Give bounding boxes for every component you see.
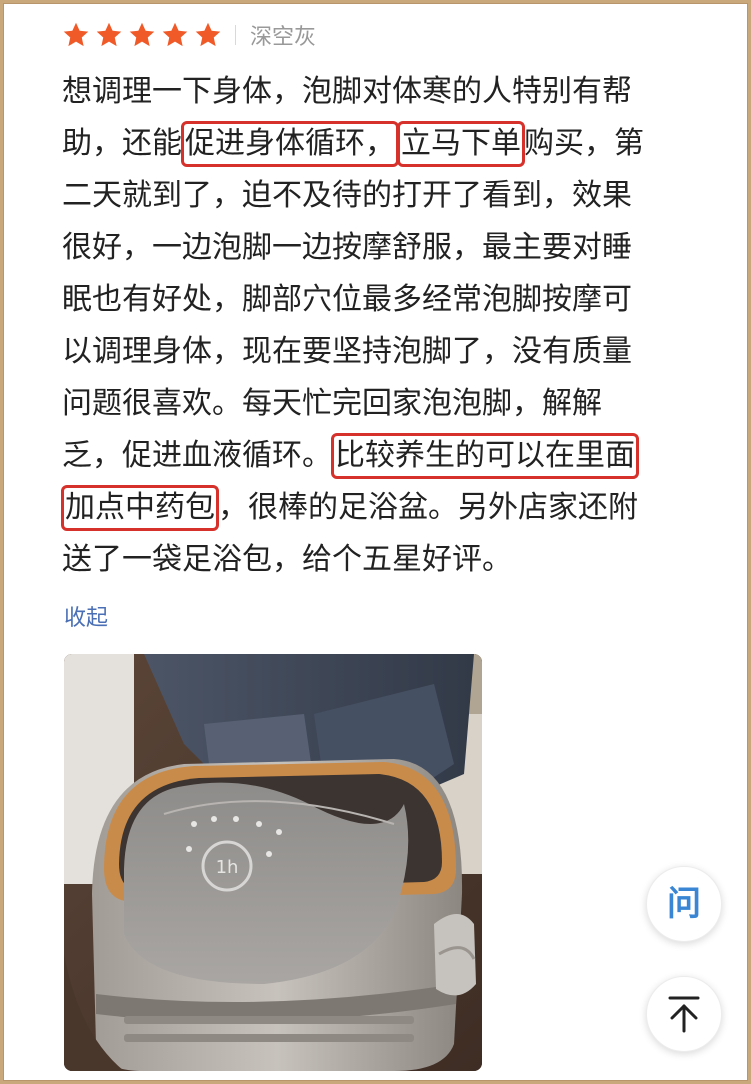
review-text-segment: 眠也有好处，脚部穴位最多经常泡脚按摩可 <box>62 282 632 317</box>
review-text-segment: 乏，促进血液循环。 <box>62 438 332 473</box>
review-line: 二天就到了，迫不及待的打开了看到，效果 <box>62 170 702 222</box>
review-text-segment: 助，还能 <box>62 126 182 161</box>
review-line: 问题很喜欢。每天忙完回家泡泡脚，解解 <box>62 378 702 430</box>
arrow-up-icon <box>668 996 700 1033</box>
ask-button[interactable]: 问 <box>646 866 722 942</box>
review-line: 乏，促进血液循环。 比较养生的可以在里面 <box>62 430 702 482</box>
star-icon <box>195 22 221 47</box>
highlight-box: 比较养生的可以在里面 <box>331 433 639 479</box>
review-photo[interactable]: 1h <box>64 654 482 1071</box>
star-icon <box>129 22 155 47</box>
review-line: 加点中药包 ，很棒的足浴盆。另外店家还附 <box>61 482 702 534</box>
review-card: 深空灰 想调理一下身体，泡脚对体寒的人特别有帮 助，还能 促进身体循环， 立马下单购… <box>3 3 748 1081</box>
review-text-segment: 送了一袋足浴包，给个五星好评。 <box>62 542 512 577</box>
review-line: 助，还能 促进身体循环， 立马下单 购买，第 <box>62 118 702 170</box>
collapse-link[interactable]: 收起 <box>64 600 108 632</box>
star-icon <box>63 22 89 47</box>
star-rating <box>61 20 223 50</box>
review-text-segment: 问题很喜欢。每天忙完回家泡泡脚，解解 <box>62 386 602 421</box>
rating-row: 深空灰 <box>61 18 316 52</box>
panel-readout: 1h <box>216 857 239 878</box>
review-line: 很好，一边泡脚一边按摩舒服，最主要对睡 <box>62 222 702 274</box>
review-line: 以调理身体，现在要坚持泡脚了，没有质量 <box>62 326 702 378</box>
highlight-box: 立马下单 <box>397 121 525 167</box>
back-to-top-button[interactable] <box>646 976 722 1052</box>
divider <box>235 25 236 45</box>
product-variant: 深空灰 <box>250 25 317 50</box>
review-text-segment: ，很棒的足浴盆。另外店家还附 <box>218 490 638 525</box>
review-text-segment: 想调理一下身体，泡脚对体寒的人特别有帮 <box>62 74 632 109</box>
highlight-box: 加点中药包 <box>61 485 219 531</box>
star-icon <box>162 22 188 47</box>
review-text-segment: 购买，第 <box>524 126 644 161</box>
review-line: 想调理一下身体，泡脚对体寒的人特别有帮 <box>62 66 702 118</box>
review-line: 送了一袋足浴包，给个五星好评。 <box>62 534 702 586</box>
review-text-segment: 以调理身体，现在要坚持泡脚了，没有质量 <box>62 334 632 369</box>
review-text: 想调理一下身体，泡脚对体寒的人特别有帮 助，还能 促进身体循环， 立马下单 购买，第 … <box>61 66 702 586</box>
ask-icon: 问 <box>667 884 701 924</box>
foot-spa-photo-illustration: 1h <box>64 654 482 1071</box>
highlight-box: 促进身体循环， <box>181 121 399 167</box>
review-line: 眠也有好处，脚部穴位最多经常泡脚按摩可 <box>62 274 702 326</box>
star-icon <box>96 22 122 47</box>
review-text-segment: 很好，一边泡脚一边按摩舒服，最主要对睡 <box>62 230 632 265</box>
review-text-segment: 二天就到了，迫不及待的打开了看到，效果 <box>62 178 632 213</box>
